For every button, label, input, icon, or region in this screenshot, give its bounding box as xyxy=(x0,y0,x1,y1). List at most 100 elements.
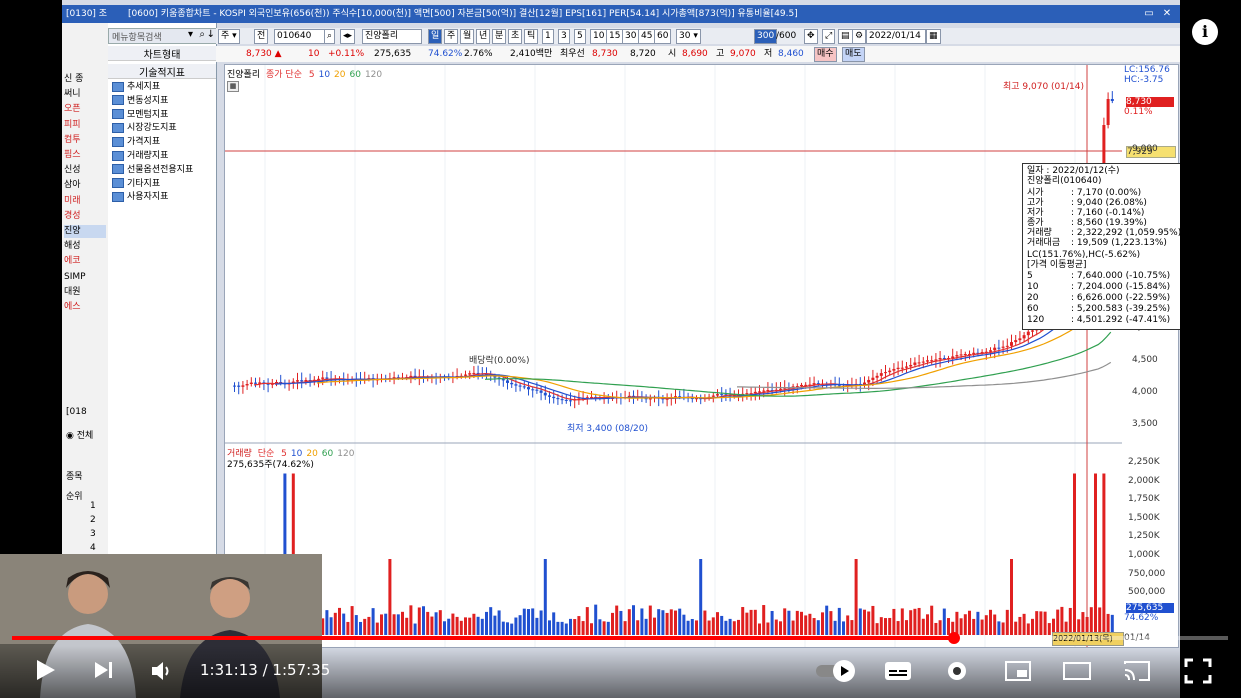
indicator-tree-item[interactable]: 기타지표 xyxy=(112,178,160,191)
side-tab[interactable]: [0130] 조 xyxy=(66,9,107,19)
interval-select[interactable]: 30 ▾ xyxy=(676,29,701,44)
miniplayer-icon[interactable] xyxy=(1004,660,1032,682)
interval-button[interactable]: 30 xyxy=(622,29,640,44)
candle-body xyxy=(997,347,1001,349)
stock-list-item[interactable]: 미래 xyxy=(64,195,106,208)
chart-plot-area[interactable]: 진양폴리 종가 단순 5 10 20 60 120 ▦ 거래량 단순 5 10 20 60 12… xyxy=(224,64,1124,648)
volume-bar xyxy=(699,559,703,635)
period-day[interactable]: 일 xyxy=(428,29,443,44)
info-icon[interactable]: i xyxy=(1192,19,1218,45)
candle-body xyxy=(569,400,572,402)
tooltip-ma-row: 120: 4,501.292 (-47.41%) xyxy=(1027,315,1171,325)
volume-bar xyxy=(615,605,619,635)
candle-body xyxy=(543,392,547,396)
volume-bar xyxy=(863,609,866,635)
stock-list-item[interactable]: 신 종 xyxy=(64,73,106,86)
period-year[interactable]: 년 xyxy=(476,29,491,44)
next-icon[interactable] xyxy=(92,660,116,680)
count-input[interactable]: 300 xyxy=(754,29,778,44)
list2-all-radio[interactable]: ◉ 전체 xyxy=(66,428,93,441)
indicator-tree-item[interactable]: 사용자지표 xyxy=(112,191,168,204)
volume-bar xyxy=(1068,607,1072,635)
crosshair-icon[interactable]: ✥ xyxy=(804,29,818,44)
interval-button[interactable]: 60 xyxy=(654,29,672,44)
indicator-tree-item[interactable]: 모멘텀지표 xyxy=(112,109,168,122)
interval-button[interactable]: 1 xyxy=(542,29,554,44)
date-input[interactable]: 2022/01/14 xyxy=(866,29,926,44)
main-select[interactable]: 주 ▾ xyxy=(218,29,240,44)
code-search-icon[interactable]: ⌕ xyxy=(324,29,336,44)
interval-button[interactable]: 45 xyxy=(638,29,656,44)
volume-bar xyxy=(825,605,829,635)
period-second[interactable]: 초 xyxy=(508,29,523,44)
restore-icon[interactable]: ▭ xyxy=(1142,7,1156,21)
download-icon[interactable]: ↓ xyxy=(207,29,215,40)
panel-toggle-icon[interactable]: ▦ xyxy=(227,81,239,92)
stock-list-item[interactable]: 경성 xyxy=(64,210,106,223)
tooltip-ma-row: 5: 7,640.000 (-10.75%) xyxy=(1027,271,1171,281)
stock-list-item[interactable]: 신성 xyxy=(64,164,106,177)
buy-button[interactable]: 매수 xyxy=(814,47,837,62)
stock-name-field[interactable]: 진양폴리 xyxy=(362,29,422,44)
indicator-tree-item[interactable]: 선물옵션전용지표 xyxy=(112,164,193,177)
stock-list-item[interactable]: 에코 xyxy=(64,255,106,268)
code-input[interactable]: 010640 xyxy=(274,29,326,44)
save-icon[interactable]: ▤ xyxy=(838,29,853,44)
indicator-tree-item[interactable]: 가격지표 xyxy=(112,136,160,149)
rank-number[interactable]: 3 xyxy=(90,528,104,541)
indicator-tree-item[interactable]: 거래량지표 xyxy=(112,150,168,163)
indicator-tree-item[interactable]: 추세지표 xyxy=(112,81,160,94)
stock-list-item[interactable]: 에스 xyxy=(64,301,106,314)
interval-button[interactable]: 3 xyxy=(558,29,570,44)
stock-list-item[interactable]: 써니 xyxy=(64,88,106,101)
stock-list-item[interactable]: 삼아 xyxy=(64,179,106,192)
interval-button[interactable]: 5 xyxy=(574,29,586,44)
volume-bar xyxy=(438,610,442,635)
stock-list-item[interactable]: 진양 xyxy=(64,225,106,238)
stock-list-item[interactable]: 피피 xyxy=(64,119,106,132)
indicator-tree-item[interactable]: 변동성지표 xyxy=(112,95,168,108)
stock-list-item[interactable]: SIMP xyxy=(64,271,106,284)
calendar-icon[interactable]: ▦ xyxy=(926,29,941,44)
stock-list-item[interactable]: 컴투 xyxy=(64,134,106,147)
tech-indicator-tab[interactable]: 기술적지표 xyxy=(108,64,216,79)
volume-icon[interactable] xyxy=(150,660,176,682)
volume-bar xyxy=(464,617,467,635)
volume-tick-label: 1,000K xyxy=(1128,550,1160,560)
theater-mode-icon[interactable] xyxy=(1062,660,1092,682)
zoom-icon[interactable]: ⤢ xyxy=(822,29,836,44)
period-month[interactable]: 월 xyxy=(460,29,475,44)
period-tick[interactable]: 틱 xyxy=(524,29,539,44)
search-icon[interactable]: ⌕ xyxy=(199,29,205,40)
stock-list-item[interactable]: 대원 xyxy=(64,286,106,299)
close-icon[interactable]: ✕ xyxy=(1160,7,1174,21)
sell-button[interactable]: 매도 xyxy=(842,47,865,62)
menu-search-box[interactable]: 메뉴항목검색 ▾ ⌕ ↓ xyxy=(108,28,218,44)
fullscreen-icon[interactable] xyxy=(1184,658,1212,684)
volume-tick-label: 1,750K xyxy=(1128,494,1160,505)
interval-button[interactable]: 15 xyxy=(606,29,624,44)
play-icon[interactable] xyxy=(34,658,56,682)
settings-icon[interactable]: ⚙ xyxy=(852,29,867,44)
subtitles-icon[interactable] xyxy=(884,660,912,682)
period-week[interactable]: 주 xyxy=(444,29,459,44)
nav-arrows-icon[interactable]: ◂▸ xyxy=(340,29,356,44)
autoplay-toggle-icon[interactable] xyxy=(814,658,858,684)
volume-bar xyxy=(594,604,598,635)
chart-type-tab[interactable]: 차트형태 xyxy=(108,46,216,61)
cast-icon[interactable] xyxy=(1122,658,1152,684)
rank-number[interactable]: 1 xyxy=(90,500,104,513)
volume-bar xyxy=(632,605,635,635)
rank-number[interactable]: 2 xyxy=(90,514,104,527)
stock-list-item[interactable]: 해성 xyxy=(64,240,106,253)
indicator-tree-item[interactable]: 시장강도지표 xyxy=(112,122,177,135)
prev-button[interactable]: 전 xyxy=(254,29,269,44)
stock-list-item[interactable]: 핌스 xyxy=(64,149,106,162)
stock-list-item[interactable]: 오픈 xyxy=(64,103,106,116)
settings-gear-icon[interactable] xyxy=(944,658,970,684)
candle-body xyxy=(1001,346,1005,348)
dropdown-arrow-icon[interactable]: ▾ xyxy=(188,29,193,40)
interval-button[interactable]: 10 xyxy=(590,29,608,44)
period-minute[interactable]: 분 xyxy=(492,29,507,44)
candle-body xyxy=(879,373,883,376)
